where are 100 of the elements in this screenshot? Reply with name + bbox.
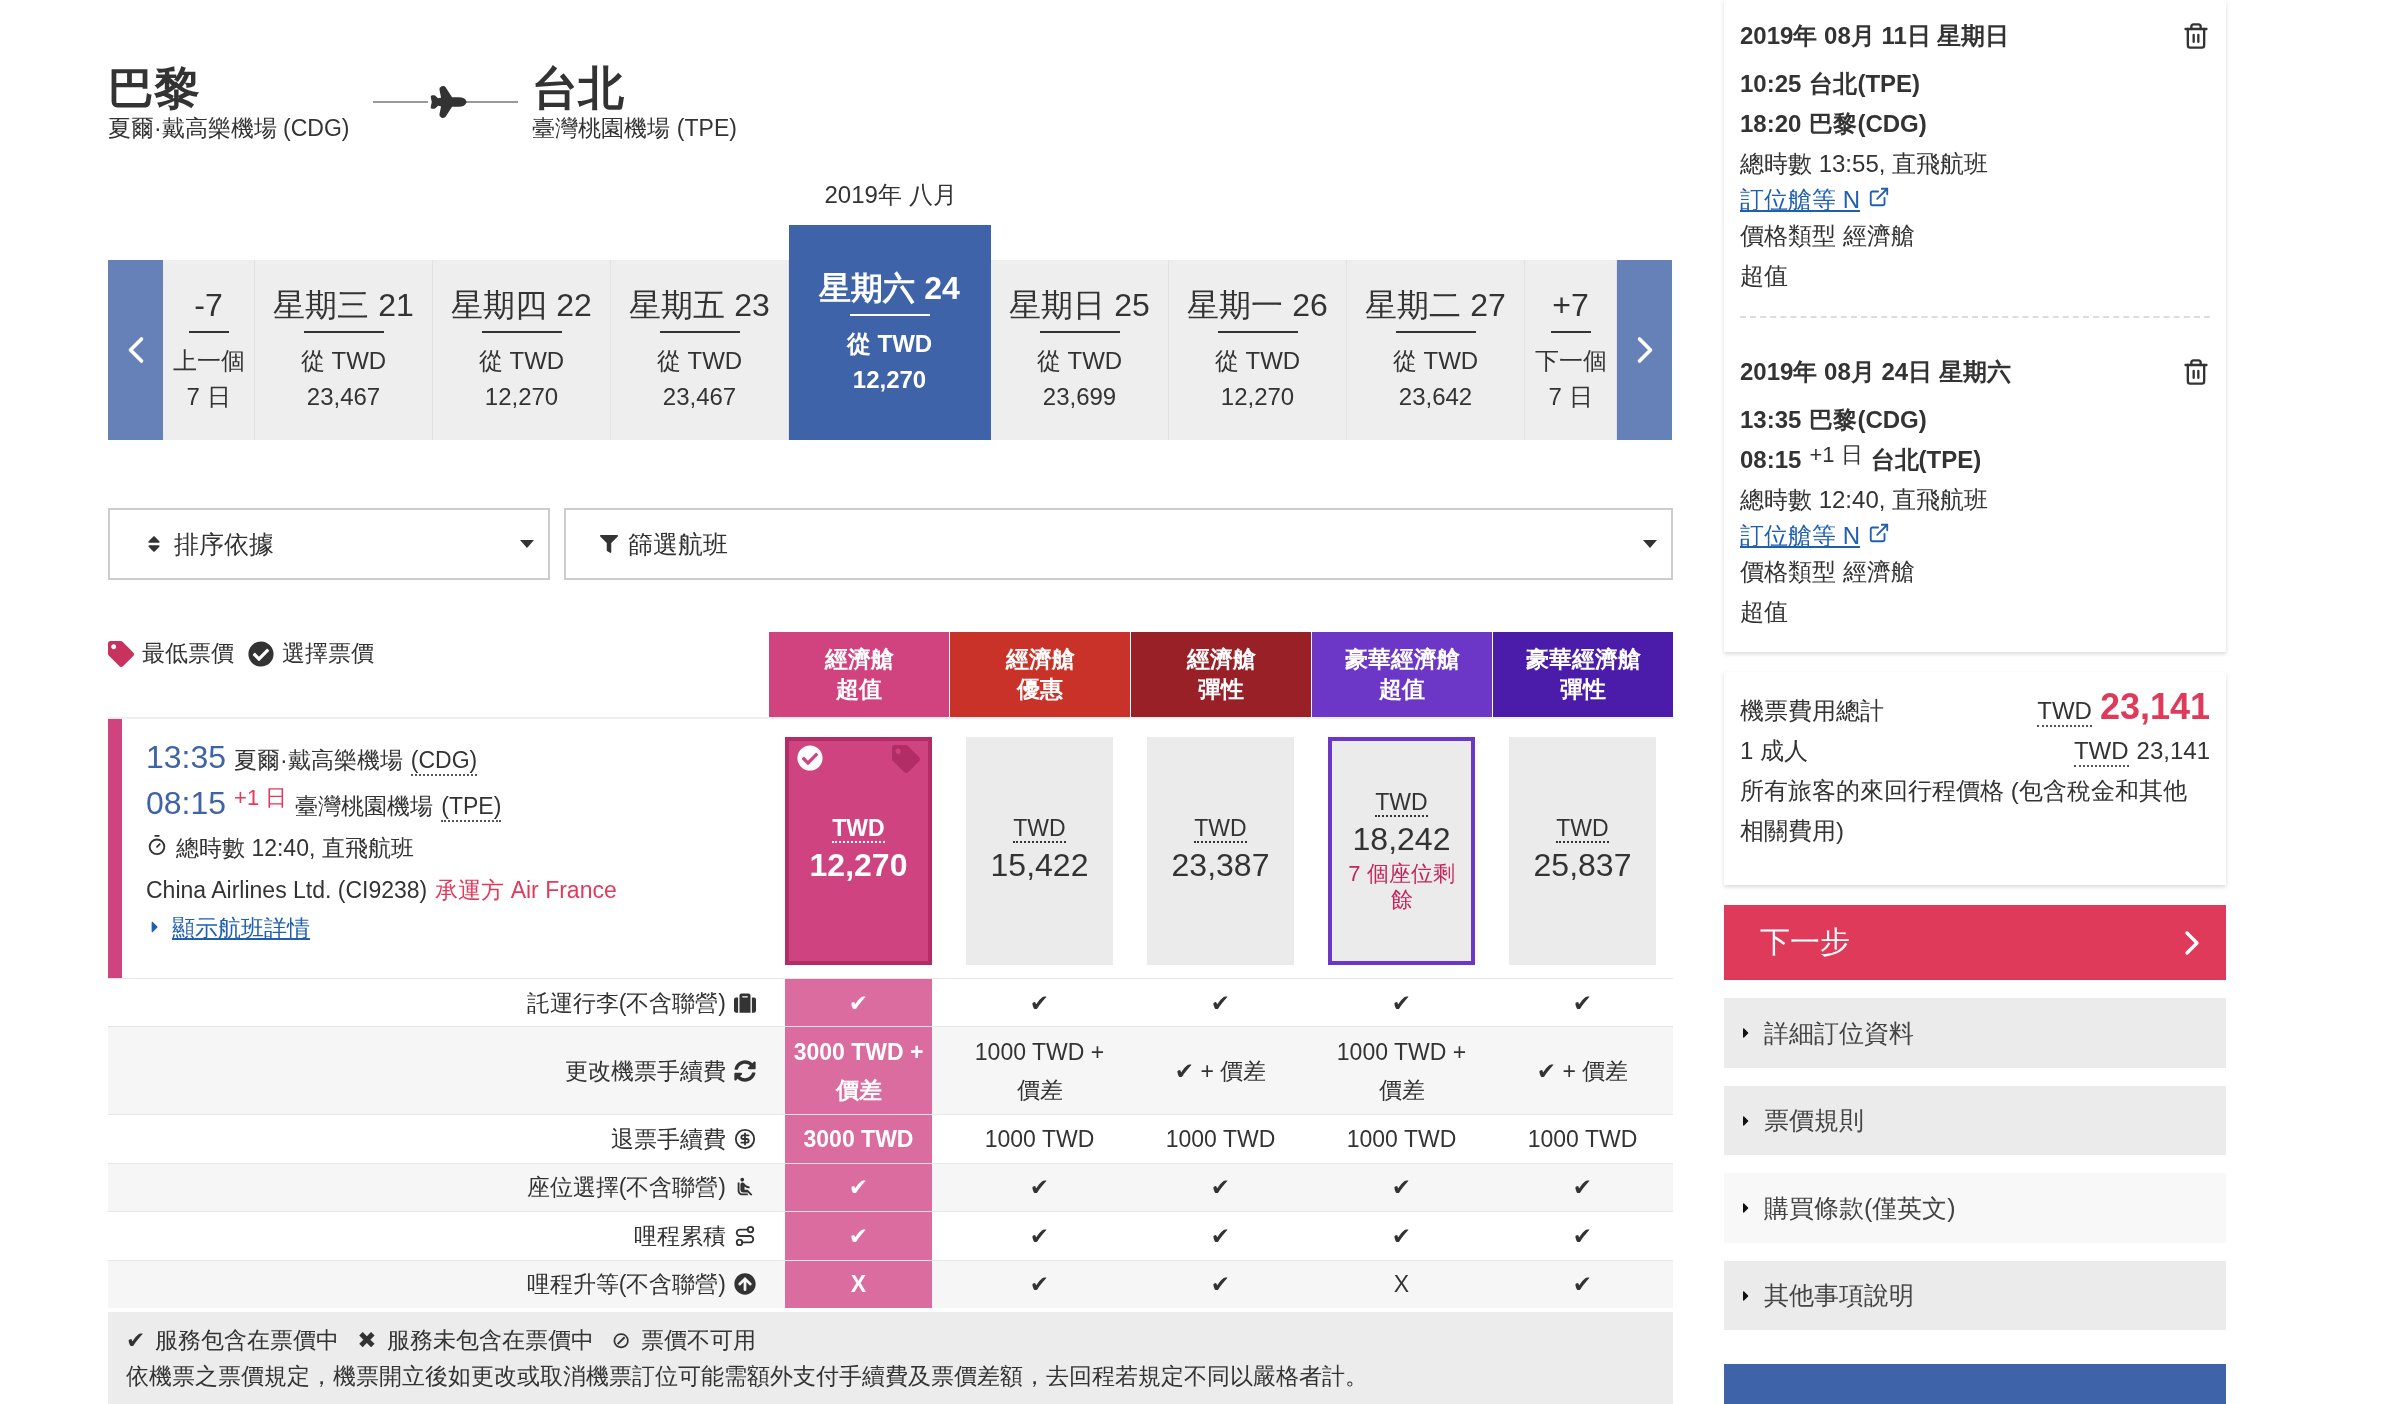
week-offset: -7 (194, 286, 223, 325)
day-price: 12,270 (852, 364, 927, 395)
segment-duration: 總時數 12:40, 直飛航班 (1740, 485, 1990, 515)
feature-value: ✔ (785, 1212, 932, 1260)
feature-label: 座位選擇(不含聯營) (526, 1173, 726, 1203)
section-toggle[interactable]: 票價規則 (1724, 1085, 2226, 1156)
feature-value: 1000 TWD + 價差 (973, 1037, 1106, 1105)
day-price: 12,270 (1220, 382, 1295, 412)
fare-card[interactable]: TWD 25,837 (1509, 737, 1656, 965)
date-tab[interactable]: 星期二 27 從 TWD 23,642 (1347, 260, 1525, 440)
section-toggle[interactable]: 詳細訂位資料 (1724, 998, 2226, 1068)
day-label: 星期五 23 (629, 286, 770, 325)
from-label: 從 TWD (1392, 346, 1479, 376)
date-tab[interactable]: 星期三 21 從 TWD 23,467 (255, 260, 433, 440)
flight-details-link[interactable]: 顯示航班詳情 (172, 913, 310, 944)
fare-price: 18,242 (1352, 820, 1451, 859)
date-tab[interactable]: 星期六 24 從 TWD 12,270 (789, 225, 991, 440)
day-offset: +1 日 (234, 784, 288, 812)
departure-airport: 夏爾·戴高樂機場 (234, 746, 403, 775)
week-offset: +7 (1552, 286, 1589, 325)
sort-dropdown[interactable]: 排序依據 (108, 508, 550, 580)
external-link-icon (1868, 186, 1890, 208)
section-toggle[interactable]: 其他事項說明 (1724, 1260, 2226, 1331)
fare-name: 超值 (1740, 261, 1789, 291)
week-jump-cell[interactable]: +7 下一個 7 日 (1525, 260, 1617, 440)
fare-card[interactable]: TWD 12,270 (785, 737, 932, 965)
feature-label: 哩程升等(不含聯營) (526, 1270, 726, 1300)
from-label: 從 TWD (300, 346, 387, 376)
week-jump-label: 7 日 (186, 382, 231, 412)
currency-label: TWD (2037, 697, 2092, 727)
arrival-time: 08:15 (1740, 445, 1802, 475)
day-offset: +1 日 (1809, 441, 1863, 469)
flight-duration: 總時數 12:40, 直飛航班 (176, 834, 414, 863)
booking-class-link[interactable]: 訂位艙等 N (1740, 184, 1860, 216)
legend-label: 票價不可用 (640, 1326, 756, 1356)
feature-value: ✔ (1571, 988, 1594, 1018)
fare-card[interactable]: TWD 23,387 (1147, 737, 1294, 965)
trash-icon[interactable] (2182, 358, 2210, 386)
week-jump-label: 7 日 (1548, 382, 1593, 412)
legend-label: 選擇票價 (282, 639, 374, 668)
feature-label: 哩程累積 (634, 1221, 726, 1251)
destination-city: 台北 (532, 62, 626, 114)
feature-value: ✔ (1028, 1270, 1051, 1300)
week-jump-label: 上一個 (172, 346, 245, 376)
feature-value: ✔ (1209, 1270, 1232, 1300)
passenger-amount: 23,141 (2136, 736, 2210, 766)
feature-label: 退票手續費 (611, 1125, 726, 1154)
from-label: 從 TWD (478, 346, 565, 376)
fare-column-header: 經濟艙 優惠 (950, 632, 1130, 717)
day-label: 星期三 21 (273, 286, 414, 325)
destination-airport: 臺灣桃園機場 (TPE) (532, 114, 737, 142)
filter-icon (600, 535, 618, 553)
booking-class-link[interactable]: 訂位艙等 N (1740, 520, 1860, 552)
legend-symbol: ⊘ (611, 1326, 631, 1356)
date-tab[interactable]: 星期四 22 從 TWD 12,270 (433, 260, 611, 440)
section-toggle[interactable]: 購買條款(僅英文) (1724, 1173, 2226, 1243)
fare-rules-note: 依機票之票價規定，機票開立後如更改或取消機票訂位可能需額外支付手續費及票價差額，去回程若規定不同以嚴格者計。 (126, 1362, 1369, 1392)
feature-value: X (1392, 1270, 1411, 1300)
seats-left-note: 7 個座位剩餘 (1347, 861, 1456, 913)
feature-value: 1000 TWD + 價差 (1335, 1037, 1468, 1105)
date-tab[interactable]: 星期一 26 從 TWD 12,270 (1169, 260, 1347, 440)
day-price: 23,467 (662, 382, 737, 412)
filter-dropdown[interactable]: 篩選航班 (564, 508, 1673, 580)
feature-value: ✔ (1390, 988, 1413, 1018)
next-step-button[interactable]: 下一步 (1724, 905, 2226, 981)
legend-symbol: ✔ (126, 1326, 146, 1356)
fare-price: 12,270 (809, 846, 908, 885)
date-tab[interactable]: 星期五 23 從 TWD 23,467 (611, 260, 789, 440)
carrier: China Airlines Ltd. (CI9238) (146, 876, 428, 905)
currency-label: TWD (2073, 737, 2129, 767)
feature-value: 1000 TWD (1164, 1125, 1277, 1154)
feature-value: ✔ (785, 1163, 932, 1212)
total-note: 所有旅客的來回行程價格 (包含稅金和其他相關費用) (1740, 776, 2188, 846)
route-icon (734, 1224, 756, 1247)
feature-value: ✔ (1028, 1173, 1051, 1203)
stopwatch-icon (146, 834, 168, 856)
departure-time: 13:35 (1740, 405, 1802, 435)
fare-card[interactable]: TWD 18,242 7 個座位剩餘 (1328, 737, 1475, 965)
fare-name: 超值 (1740, 597, 1789, 627)
day-price: 23,699 (1042, 382, 1117, 412)
currency-label: TWD (832, 815, 885, 843)
currency-label: TWD (1194, 815, 1247, 843)
arrival-place: 巴黎(CDG) (1809, 109, 1927, 139)
tag-icon (892, 745, 920, 773)
operator: 承運方 Air France (435, 876, 617, 905)
feature-value: ✔ (1571, 1270, 1594, 1300)
feature-value: ✔ (1028, 988, 1051, 1018)
segment-duration: 總時數 13:55, 直飛航班 (1740, 149, 1990, 179)
legend-label: 服務包含在票價中 (155, 1326, 340, 1356)
day-label: 星期四 22 (451, 286, 592, 325)
fare-card[interactable]: TWD 15,422 (966, 737, 1113, 965)
from-label: 從 TWD (846, 328, 933, 359)
date-tab[interactable]: 星期日 25 從 TWD 23,699 (991, 260, 1169, 440)
day-price: 12,270 (484, 382, 559, 412)
departure-place: 台北(TPE) (1809, 69, 1921, 99)
feature-value: ✔ (1209, 988, 1232, 1018)
week-jump-cell[interactable]: -7 上一個 7 日 (163, 260, 255, 440)
trash-icon[interactable] (2182, 22, 2210, 50)
feature-value: ✔ + 價差 (1535, 1056, 1630, 1086)
feature-value: 3000 TWD (785, 1115, 932, 1163)
